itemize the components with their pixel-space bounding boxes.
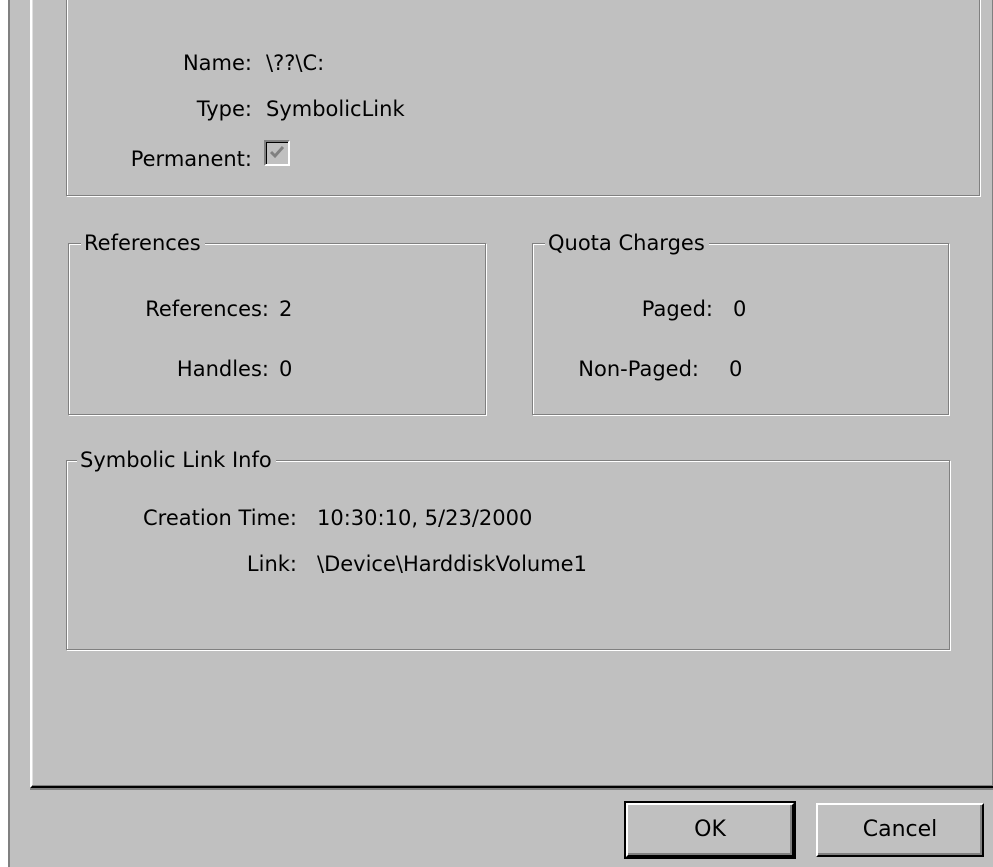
details-tab-panel: Name: \??\C: Type: SymbolicLink Permanen… xyxy=(30,0,993,790)
name-label: Name: xyxy=(182,51,252,75)
name-value: \??\C: xyxy=(266,51,325,75)
permanent-label: Permanent: xyxy=(130,147,252,171)
references-group-title: References xyxy=(81,230,205,256)
type-label: Type: xyxy=(196,97,252,121)
symbolic-link-info-group-title: Symbolic Link Info xyxy=(77,447,276,473)
link-value: \Device\HarddiskVolume1 xyxy=(317,552,587,576)
creation-time-value: 10:30:10, 5/23/2000 xyxy=(317,506,533,530)
handles-value: 0 xyxy=(279,357,293,381)
references-group: References References: 2 Handles: 0 xyxy=(68,230,486,415)
references-label: References: xyxy=(145,297,269,321)
nonpaged-value: 0 xyxy=(729,357,743,381)
ok-button[interactable]: OK xyxy=(624,801,796,859)
paged-label: Paged: xyxy=(641,297,713,321)
handles-label: Handles: xyxy=(176,357,269,381)
permanent-checkbox[interactable] xyxy=(264,140,290,166)
nonpaged-label: Non-Paged: xyxy=(578,357,699,381)
checkmark-icon xyxy=(269,146,285,159)
references-value: 2 xyxy=(279,297,293,321)
symbolic-link-info-group: Symbolic Link Info Creation Time: 10:30:… xyxy=(66,447,950,650)
paged-value: 0 xyxy=(733,297,747,321)
type-value: SymbolicLink xyxy=(266,97,405,121)
link-label: Link: xyxy=(246,552,297,576)
quota-charges-group-title: Quota Charges xyxy=(545,230,709,256)
quota-charges-group: Quota Charges Paged: 0 Non-Paged: 0 xyxy=(532,230,949,415)
object-properties-dialog: Name: \??\C: Type: SymbolicLink Permanen… xyxy=(8,0,993,867)
cancel-button[interactable]: Cancel xyxy=(816,803,984,857)
creation-time-label: Creation Time: xyxy=(143,506,297,530)
